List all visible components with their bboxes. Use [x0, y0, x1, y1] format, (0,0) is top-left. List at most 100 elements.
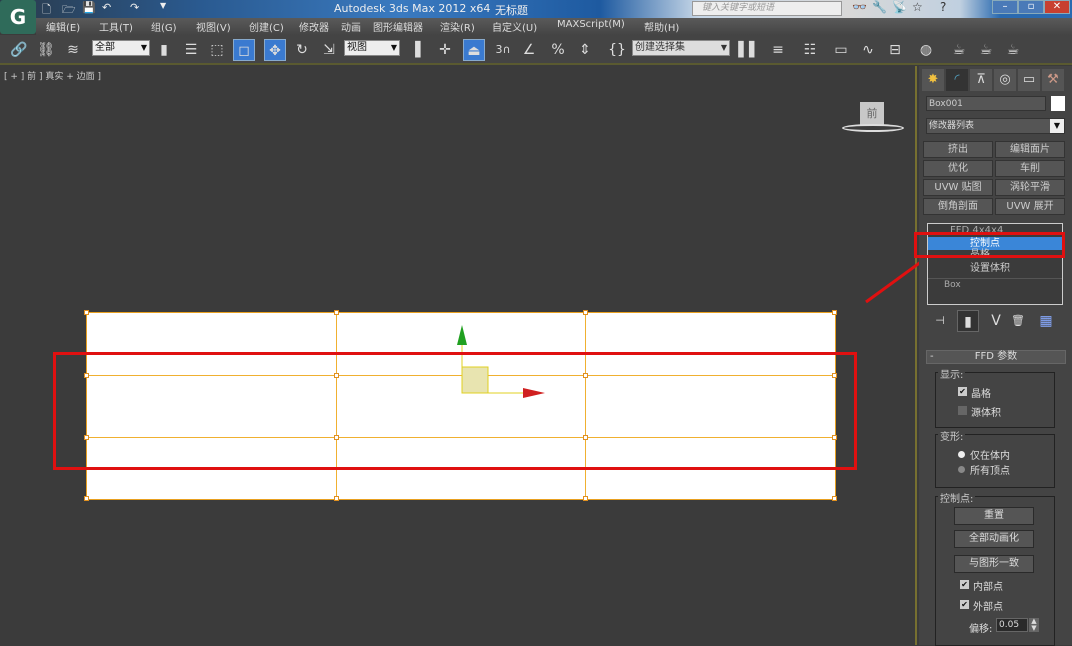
curve-editor-icon[interactable]: ∿: [857, 39, 879, 61]
create-tab-icon[interactable]: ✸: [922, 69, 944, 91]
control-point[interactable]: [334, 496, 339, 501]
stack-item-box[interactable]: Box: [928, 278, 1062, 291]
undo-icon[interactable]: ↶: [102, 1, 111, 14]
help-icon[interactable]: ?: [940, 0, 946, 14]
control-point[interactable]: [334, 310, 339, 315]
show-end-result-icon[interactable]: ▮: [957, 310, 979, 332]
pin-stack-icon[interactable]: ⊣: [929, 310, 951, 332]
offset-input[interactable]: 0.05: [996, 618, 1028, 632]
scene-explorer-icon[interactable]: ▭: [830, 39, 852, 61]
control-point[interactable]: [583, 310, 588, 315]
mirror-icon[interactable]: ▌▌: [738, 39, 760, 61]
select-rotate-icon[interactable]: ↻: [291, 39, 313, 61]
reset-button[interactable]: 重置: [954, 507, 1034, 525]
binoculars-icon[interactable]: 👓: [852, 0, 867, 14]
rendered-frame-window-icon[interactable]: ☕: [975, 39, 997, 61]
material-editor-icon[interactable]: ◍: [915, 39, 937, 61]
viewport-label[interactable]: [ + ] 前 ] 真实 + 边面 ]: [4, 69, 101, 82]
ffd-parameters-rollout-header[interactable]: - FFD 参数: [926, 350, 1066, 364]
bind-space-warp-icon[interactable]: ≋: [62, 39, 84, 61]
manipulate-icon[interactable]: ✛: [434, 39, 456, 61]
display-tab-icon[interactable]: ▭: [1018, 69, 1040, 91]
modifier-list-dropdown[interactable]: 修改器列表 ▼: [926, 118, 1065, 134]
link-icon[interactable]: 🔗: [8, 39, 30, 61]
redo-icon[interactable]: ↷: [130, 1, 139, 14]
menu-tools[interactable]: 工具(T): [99, 19, 133, 34]
control-point[interactable]: [832, 496, 837, 501]
outside-points-checkbox[interactable]: ✔: [960, 600, 969, 609]
object-name-input[interactable]: Box001: [926, 96, 1046, 111]
satellite-icon[interactable]: 📡: [892, 0, 907, 14]
menu-create[interactable]: 创建(C): [249, 19, 284, 34]
schematic-view-icon[interactable]: ⊟: [884, 39, 906, 61]
unlink-icon[interactable]: ⛓: [35, 39, 57, 61]
render-production-icon[interactable]: ☕: [1002, 39, 1024, 61]
key-icon[interactable]: 🔧: [872, 0, 887, 14]
select-object-icon[interactable]: ▮: [153, 39, 175, 61]
star-icon[interactable]: ☆: [912, 0, 923, 14]
object-color-swatch[interactable]: [1051, 96, 1065, 111]
modifier-button-lathe[interactable]: 车削: [995, 160, 1065, 177]
menu-rendering[interactable]: 渲染(R): [440, 19, 475, 34]
customize-quick-access-icon[interactable]: ▼: [160, 1, 166, 10]
modifier-button-extrude[interactable]: 挤出: [923, 141, 993, 158]
make-unique-icon[interactable]: V: [985, 310, 1007, 332]
hierarchy-tab-icon[interactable]: ⊼: [970, 69, 992, 91]
motion-tab-icon[interactable]: ◎: [994, 69, 1016, 91]
remove-modifier-icon[interactable]: 🗑: [1007, 310, 1029, 332]
modifier-button-turbosmooth[interactable]: 涡轮平滑: [995, 179, 1065, 196]
menu-modifiers[interactable]: 修改器: [299, 19, 329, 34]
modifier-button-unwrap-uvw[interactable]: UVW 展开: [995, 198, 1065, 215]
only-in-volume-radio[interactable]: [958, 451, 965, 458]
minimize-button[interactable]: –: [992, 0, 1018, 14]
animate-all-button[interactable]: 全部动画化: [954, 530, 1034, 548]
rectangular-selection-icon[interactable]: ⬚: [206, 39, 228, 61]
angle-snap-icon[interactable]: ∠: [518, 39, 540, 61]
modifier-button-uvw-map[interactable]: UVW 贴图: [923, 179, 993, 196]
menu-group[interactable]: 组(G): [151, 19, 177, 34]
named-selection-sets-dropdown[interactable]: 创建选择集 ▼: [632, 40, 730, 56]
app-logo-button[interactable]: G: [0, 0, 36, 34]
modifier-button-optimize[interactable]: 优化: [923, 160, 993, 177]
spinner-snap-icon[interactable]: ⇕: [574, 39, 596, 61]
layer-manager-icon[interactable]: ☷: [799, 39, 821, 61]
offset-spinner[interactable]: ▲ ▼: [1029, 618, 1039, 632]
render-setup-icon[interactable]: ☕: [948, 39, 970, 61]
control-point[interactable]: [84, 496, 89, 501]
modify-tab-icon[interactable]: ◜: [946, 69, 968, 91]
inside-points-checkbox[interactable]: ✔: [960, 580, 969, 589]
front-viewport[interactable]: [ + ] 前 ] 真实 + 边面 ] 前: [0, 66, 950, 645]
viewcube-ring[interactable]: [842, 124, 904, 132]
menu-help[interactable]: 帮助(H): [644, 19, 679, 34]
all-vertices-radio[interactable]: [958, 466, 965, 473]
menu-graph-editors[interactable]: 图形编辑器: [373, 19, 423, 34]
utilities-tab-icon[interactable]: ⚒: [1042, 69, 1064, 91]
control-point[interactable]: [84, 310, 89, 315]
edit-named-selection-icon[interactable]: {}: [606, 39, 628, 61]
save-icon[interactable]: 💾: [82, 1, 96, 14]
conform-to-shape-button[interactable]: 与图形一致: [954, 555, 1034, 573]
align-icon[interactable]: ≡: [767, 39, 789, 61]
menu-edit[interactable]: 编辑(E): [46, 19, 80, 34]
close-button[interactable]: ✕: [1044, 0, 1070, 14]
viewcube[interactable]: 前: [860, 102, 884, 126]
modifier-button-bevel-profile[interactable]: 倒角剖面: [923, 198, 993, 215]
snaps-toggle-icon[interactable]: 3∩: [492, 39, 514, 61]
select-by-name-icon[interactable]: ☰: [180, 39, 202, 61]
reference-coordinate-dropdown[interactable]: 视图 ▼: [344, 40, 400, 56]
stack-subitem-set-volume[interactable]: 设置体积: [928, 262, 1062, 275]
menu-customize[interactable]: 自定义(U): [492, 19, 537, 34]
menu-views[interactable]: 视图(V): [196, 19, 231, 34]
lattice-checkbox[interactable]: ✔: [958, 387, 967, 396]
selection-filter-dropdown[interactable]: 全部 ▼: [92, 40, 150, 56]
restore-button[interactable]: ▫: [1018, 0, 1044, 14]
pivot-center-icon[interactable]: ▐: [404, 39, 426, 61]
control-point[interactable]: [583, 496, 588, 501]
modifier-button-edit-patch[interactable]: 编辑面片: [995, 141, 1065, 158]
window-crossing-icon[interactable]: ◻: [233, 39, 255, 61]
menu-animation[interactable]: 动画: [341, 19, 361, 34]
select-move-icon[interactable]: ✥: [264, 39, 286, 61]
percent-snap-icon[interactable]: %: [547, 39, 569, 61]
select-scale-icon[interactable]: ⇲: [318, 39, 340, 61]
keyboard-shortcut-override-icon[interactable]: ⏏: [463, 39, 485, 61]
